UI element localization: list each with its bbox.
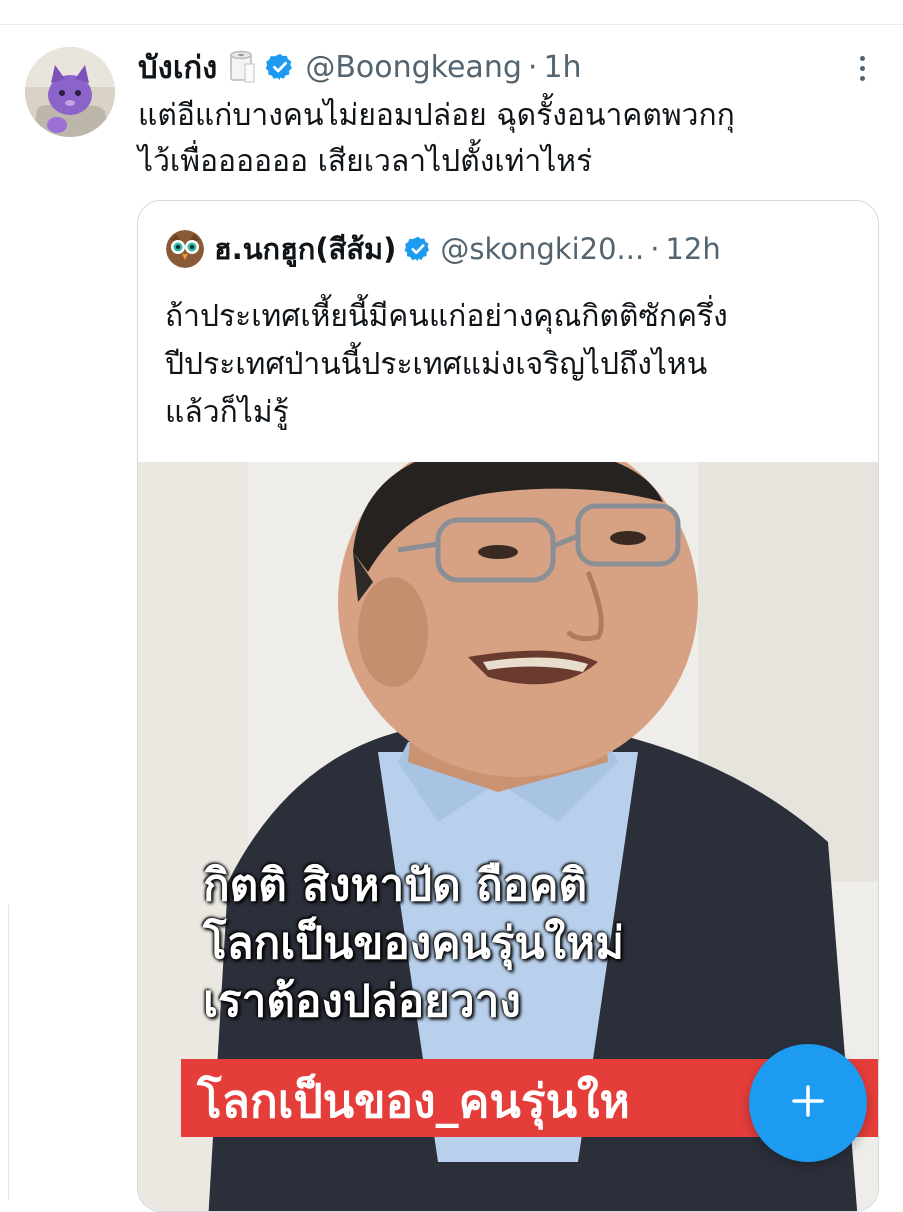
author-avatar[interactable] xyxy=(25,47,115,137)
quoted-text-line: แล้วก็ไม่รู้ xyxy=(165,395,289,430)
quoted-tweet-text: ถ้าประเทศเหี้ยนี้มีคนแก่อย่างคุณกิตติซัก… xyxy=(165,293,865,437)
tweet-text-line: ไว้เพื่ออออออ เสียเวลาไปตั้งเท่าไหร่ xyxy=(138,144,593,179)
quoted-header-separator: · xyxy=(650,232,660,266)
media-caption-line: เราต้องปล่อยวาง xyxy=(203,976,521,1027)
header-separator: · xyxy=(527,49,538,85)
quoted-tweet-timestamp[interactable]: 12h xyxy=(665,232,720,266)
quoted-author-avatar[interactable] xyxy=(166,230,204,268)
media-caption: กิตติ สิงหาปัด ถือคติ โลกเป็นของคนรุ่นให… xyxy=(203,857,624,1031)
compose-tweet-button[interactable] xyxy=(749,1044,867,1162)
left-panel-edge xyxy=(0,905,9,1200)
verified-badge-icon xyxy=(265,52,295,82)
verified-badge-icon xyxy=(404,235,432,263)
author-handle[interactable]: @Boongkeang xyxy=(305,50,522,85)
quoted-author-handle[interactable]: @skongki20... xyxy=(440,232,644,266)
media-caption-line: กิตติ สิงหาปัด ถือคติ xyxy=(203,860,588,911)
more-options-icon[interactable] xyxy=(851,48,873,88)
quoted-text-line: ปีประเทศป่านนี้ประเทศแม่งเจริญไปถึงไหน xyxy=(165,347,708,382)
author-display-name[interactable]: บังเก่ง xyxy=(138,42,217,92)
tweet-text-line: แต่อีแก่บางคนไม่ยอมปล่อย ฉุดรั้งอนาคตพวก… xyxy=(138,98,735,133)
top-divider xyxy=(0,24,903,25)
media-caption-line: โลกเป็นของคนรุ่นใหม่ xyxy=(203,918,624,969)
toilet-paper-icon xyxy=(227,50,257,84)
tweet-text: แต่อีแก่บางคนไม่ยอมปล่อย ฉุดรั้งอนาคตพวก… xyxy=(138,93,878,185)
media-banner-text: โลกเป็นของ_คนรุ่นให xyxy=(197,1074,630,1128)
quoted-author-display-name[interactable]: ฮ.นกฮูก(สีส้ม) xyxy=(214,226,396,272)
tweet-timestamp[interactable]: 1h xyxy=(543,50,581,85)
plus-icon xyxy=(788,1081,828,1125)
tweet-header: บังเก่ง @Boongkeang · 1h xyxy=(138,44,903,90)
quoted-tweet-header: ฮ.นกฮูก(สีส้ม) @skongki20... · 12h xyxy=(166,221,858,277)
quoted-text-line: ถ้าประเทศเหี้ยนี้มีคนแก่อย่างคุณกิตติซัก… xyxy=(165,299,728,334)
